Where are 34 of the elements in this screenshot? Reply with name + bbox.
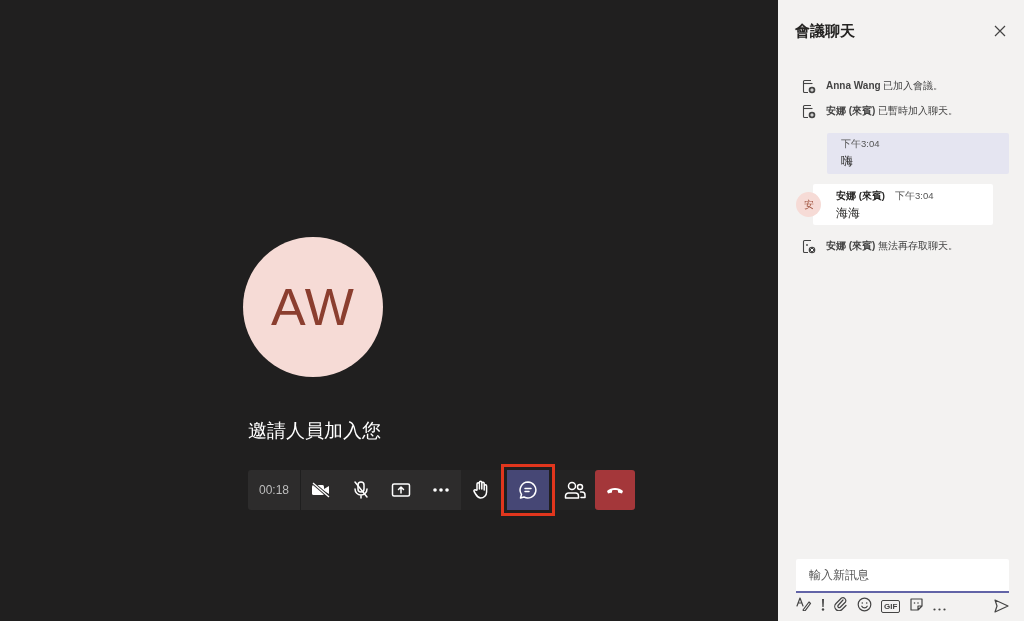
more-icon — [433, 488, 449, 492]
share-screen-icon — [391, 482, 411, 498]
invite-message: 邀請人員加入您 — [248, 419, 382, 443]
calendar-remove-icon — [802, 238, 816, 254]
message-time: 下午3:04 — [841, 137, 881, 151]
system-message: 安娜 (來賓) 無法再存取聊天。 — [826, 239, 959, 253]
message-input-field[interactable]: 輸入新訊息 — [796, 559, 1009, 593]
hand-button[interactable] — [461, 470, 501, 510]
system-message: 安娜 (來賓) 已暫時加入聊天。 — [826, 104, 959, 118]
system-message: Anna Wang 已加入會議。 — [826, 79, 944, 93]
raise-hand-icon — [473, 480, 489, 500]
close-icon[interactable] — [994, 25, 1006, 37]
more-button[interactable] — [421, 470, 461, 510]
calendar-add-icon — [802, 78, 816, 94]
microphone-off-icon — [353, 480, 369, 500]
message-time: 下午3:04 — [894, 190, 934, 203]
calendar-add-icon — [802, 103, 816, 119]
participants-icon — [564, 480, 586, 500]
avatar-initials: AW — [243, 237, 383, 377]
send-icon[interactable] — [994, 599, 1009, 613]
message-text: 海海 — [836, 206, 860, 220]
sender-avatar: 安 — [796, 192, 821, 217]
call-timer: 00:18 — [248, 470, 301, 510]
hang-up-icon — [606, 486, 624, 494]
people-button[interactable] — [555, 470, 595, 510]
message-text: 嗨 — [841, 152, 854, 170]
gif-button[interactable]: GIF — [881, 599, 901, 613]
sender-name: 安娜 (來賓) — [836, 190, 885, 203]
chat-panel-title: 會議聊天 — [795, 21, 855, 41]
camera-off-button[interactable] — [301, 470, 341, 510]
chat-bubble-icon — [518, 480, 538, 500]
hang-up-button[interactable] — [595, 470, 635, 510]
camera-off-icon — [311, 482, 331, 498]
chat-button[interactable] — [507, 470, 549, 510]
